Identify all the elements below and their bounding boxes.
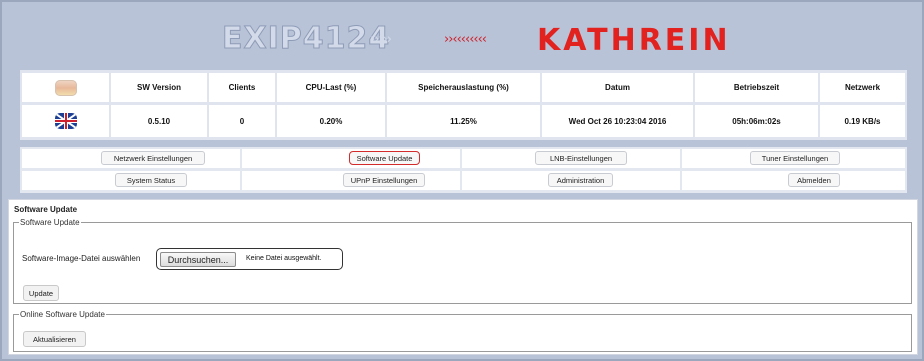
header-network: Netzwerk	[820, 73, 905, 102]
file-input[interactable]: Durchsuchen... Keine Datei ausgewählt.	[156, 248, 343, 270]
product-logo: EXIP4124	[221, 21, 391, 56]
company-logo: KATHREIN	[537, 23, 731, 58]
aktualisieren-button[interactable]: Aktualisieren	[23, 331, 86, 347]
online-update-fieldset: Online Software Update Aktualisieren	[13, 310, 912, 352]
app-frame: EXIP4124 ››››› ››‹‹‹‹‹‹‹‹ KATHREIN SW Ve…	[0, 0, 924, 361]
language-de-cell[interactable]	[22, 73, 109, 102]
chevron-decoration-red: ››‹‹‹‹‹‹‹‹	[444, 32, 487, 47]
nav-upnp-einstellungen[interactable]: UPnP Einstellungen	[343, 173, 425, 187]
online-update-legend: Online Software Update	[20, 310, 105, 319]
software-update-fieldset: Software Update Software-Image-Datei aus…	[13, 218, 912, 304]
page-title: Software Update	[14, 205, 78, 214]
value-network: 0.19 KB/s	[820, 105, 905, 137]
value-cpu-load: 0.20%	[277, 105, 385, 137]
value-clients: 0	[209, 105, 275, 137]
main-navigation: Netzwerk Einstellungen Software Update L…	[20, 147, 907, 193]
browse-button[interactable]: Durchsuchen...	[160, 252, 236, 267]
chevron-decoration-light: ›››››	[370, 32, 392, 47]
nav-system-status[interactable]: System Status	[115, 173, 187, 187]
header-memory: Speicherauslastung (%)	[387, 73, 540, 102]
german-flag-icon[interactable]	[54, 79, 77, 96]
file-select-label: Software-Image-Datei auswählen	[22, 254, 141, 263]
header-date: Datum	[542, 73, 693, 102]
value-uptime: 05h:06m:02s	[695, 105, 818, 137]
header-cpu-load: CPU-Last (%)	[277, 73, 385, 102]
status-table: SW Version Clients CPU-Last (%) Speicher…	[20, 70, 907, 140]
value-date: Wed Oct 26 10:23:04 2016	[542, 105, 693, 137]
nav-software-update[interactable]: Software Update	[349, 151, 420, 165]
header-clients: Clients	[209, 73, 275, 102]
update-button[interactable]: Update	[23, 285, 59, 301]
header-banner: EXIP4124 ››››› ››‹‹‹‹‹‹‹‹ KATHREIN	[2, 2, 922, 70]
nav-netzwerk-einstellungen[interactable]: Netzwerk Einstellungen	[101, 151, 205, 165]
software-update-legend: Software Update	[20, 218, 80, 227]
nav-tuner-einstellungen[interactable]: Tuner Einstellungen	[750, 151, 840, 165]
nav-lnb-einstellungen[interactable]: LNB-Einstellungen	[535, 151, 627, 165]
language-en-cell[interactable]	[22, 105, 109, 137]
nav-abmelden[interactable]: Abmelden	[788, 173, 840, 187]
content-panel: Software Update Software Update Software…	[8, 199, 918, 355]
header-sw-version: SW Version	[111, 73, 207, 102]
no-file-text: Keine Datei ausgewählt.	[246, 255, 322, 262]
value-sw-version: 0.5.10	[111, 105, 207, 137]
value-memory: 11.25%	[387, 105, 540, 137]
nav-administration[interactable]: Administration	[548, 173, 613, 187]
uk-flag-icon[interactable]	[54, 113, 77, 129]
header-uptime: Betriebszeit	[695, 73, 818, 102]
